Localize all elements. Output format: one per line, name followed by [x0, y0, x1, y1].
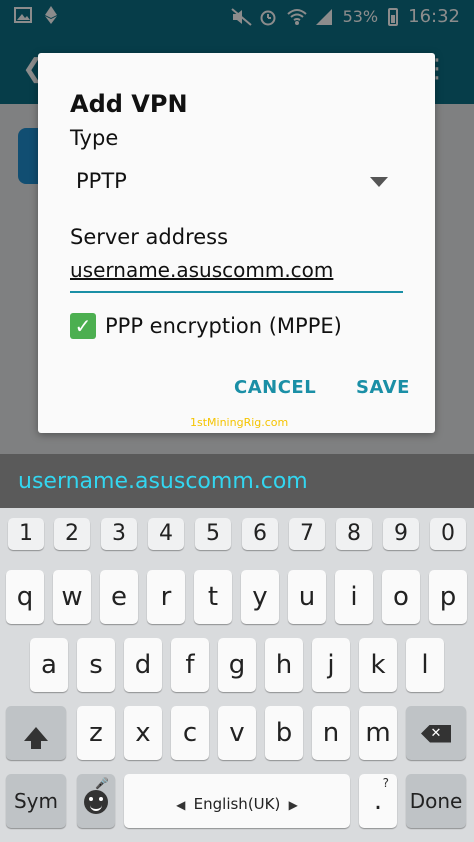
key-6[interactable]: 6: [242, 518, 278, 550]
key-k[interactable]: k: [359, 638, 397, 692]
key-s[interactable]: s: [77, 638, 115, 692]
space-language-label: English(UK): [193, 795, 281, 813]
add-vpn-dialog: Add VPN Type PPTP Server address usernam…: [38, 53, 435, 433]
cancel-button[interactable]: CANCEL: [234, 377, 316, 398]
language-left-arrow-icon: ◀: [176, 798, 186, 812]
type-label: Type: [70, 126, 119, 150]
server-address-value: username.asuscomm.com: [70, 258, 334, 282]
key-w[interactable]: w: [53, 570, 91, 624]
backspace-key[interactable]: ✕: [406, 706, 466, 760]
period-key[interactable]: ? .: [359, 774, 397, 828]
suggestion-item[interactable]: username.asuscomm.com: [18, 469, 308, 494]
shift-key[interactable]: [6, 706, 66, 760]
key-9[interactable]: 9: [383, 518, 419, 550]
key-j[interactable]: j: [312, 638, 350, 692]
key-y[interactable]: y: [241, 570, 279, 624]
watermark: 1stMiningRig.com: [190, 416, 289, 429]
key-z[interactable]: z: [77, 706, 115, 760]
key-4[interactable]: 4: [148, 518, 184, 550]
backspace-icon: ✕: [421, 724, 451, 743]
key-o[interactable]: o: [382, 570, 420, 624]
key-v[interactable]: v: [218, 706, 256, 760]
period-key-hint: ?: [382, 776, 389, 790]
period-key-label: .: [373, 786, 383, 816]
key-i[interactable]: i: [335, 570, 373, 624]
key-3[interactable]: 3: [101, 518, 137, 550]
key-5[interactable]: 5: [195, 518, 231, 550]
done-key[interactable]: Done: [406, 774, 466, 828]
key-e[interactable]: e: [100, 570, 138, 624]
checkmark-icon: ✓: [74, 314, 92, 338]
type-dropdown[interactable]: PPTP: [70, 165, 390, 201]
key-r[interactable]: r: [147, 570, 185, 624]
key-m[interactable]: m: [359, 706, 397, 760]
key-t[interactable]: t: [194, 570, 232, 624]
suggestion-bar: username.asuscomm.com: [0, 454, 474, 508]
type-value: PPTP: [76, 169, 127, 193]
key-0[interactable]: 0: [430, 518, 466, 550]
keyboard: 1 2 3 4 5 6 7 8 9 0 q w e r t y u i o p …: [0, 508, 474, 842]
key-h[interactable]: h: [265, 638, 303, 692]
key-a[interactable]: a: [30, 638, 68, 692]
key-x[interactable]: x: [124, 706, 162, 760]
key-q[interactable]: q: [6, 570, 44, 624]
key-n[interactable]: n: [312, 706, 350, 760]
key-l[interactable]: l: [406, 638, 444, 692]
language-right-arrow-icon: ▶: [288, 798, 298, 812]
key-d[interactable]: d: [124, 638, 162, 692]
space-key[interactable]: ◀ English(UK) ▶: [124, 774, 350, 828]
key-2[interactable]: 2: [54, 518, 90, 550]
key-u[interactable]: u: [288, 570, 326, 624]
emoji-icon: [84, 789, 108, 814]
key-c[interactable]: c: [171, 706, 209, 760]
ppp-encryption-checkbox[interactable]: ✓: [70, 313, 96, 339]
key-1[interactable]: 1: [8, 518, 44, 550]
mic-icon: 🎤: [95, 777, 109, 790]
server-address-label: Server address: [70, 225, 229, 249]
sym-key[interactable]: Sym: [6, 774, 66, 828]
emoji-key[interactable]: 🎤: [77, 774, 115, 828]
key-p[interactable]: p: [429, 570, 467, 624]
dropdown-arrow-icon: [370, 177, 388, 187]
key-g[interactable]: g: [218, 638, 256, 692]
dialog-title: Add VPN: [70, 90, 188, 118]
key-8[interactable]: 8: [336, 518, 372, 550]
save-button[interactable]: SAVE: [356, 377, 410, 398]
shift-arrow-icon: [24, 726, 48, 749]
key-b[interactable]: b: [265, 706, 303, 760]
key-f[interactable]: f: [171, 638, 209, 692]
ppp-encryption-label[interactable]: PPP encryption (MPPE): [105, 314, 342, 338]
key-7[interactable]: 7: [289, 518, 325, 550]
